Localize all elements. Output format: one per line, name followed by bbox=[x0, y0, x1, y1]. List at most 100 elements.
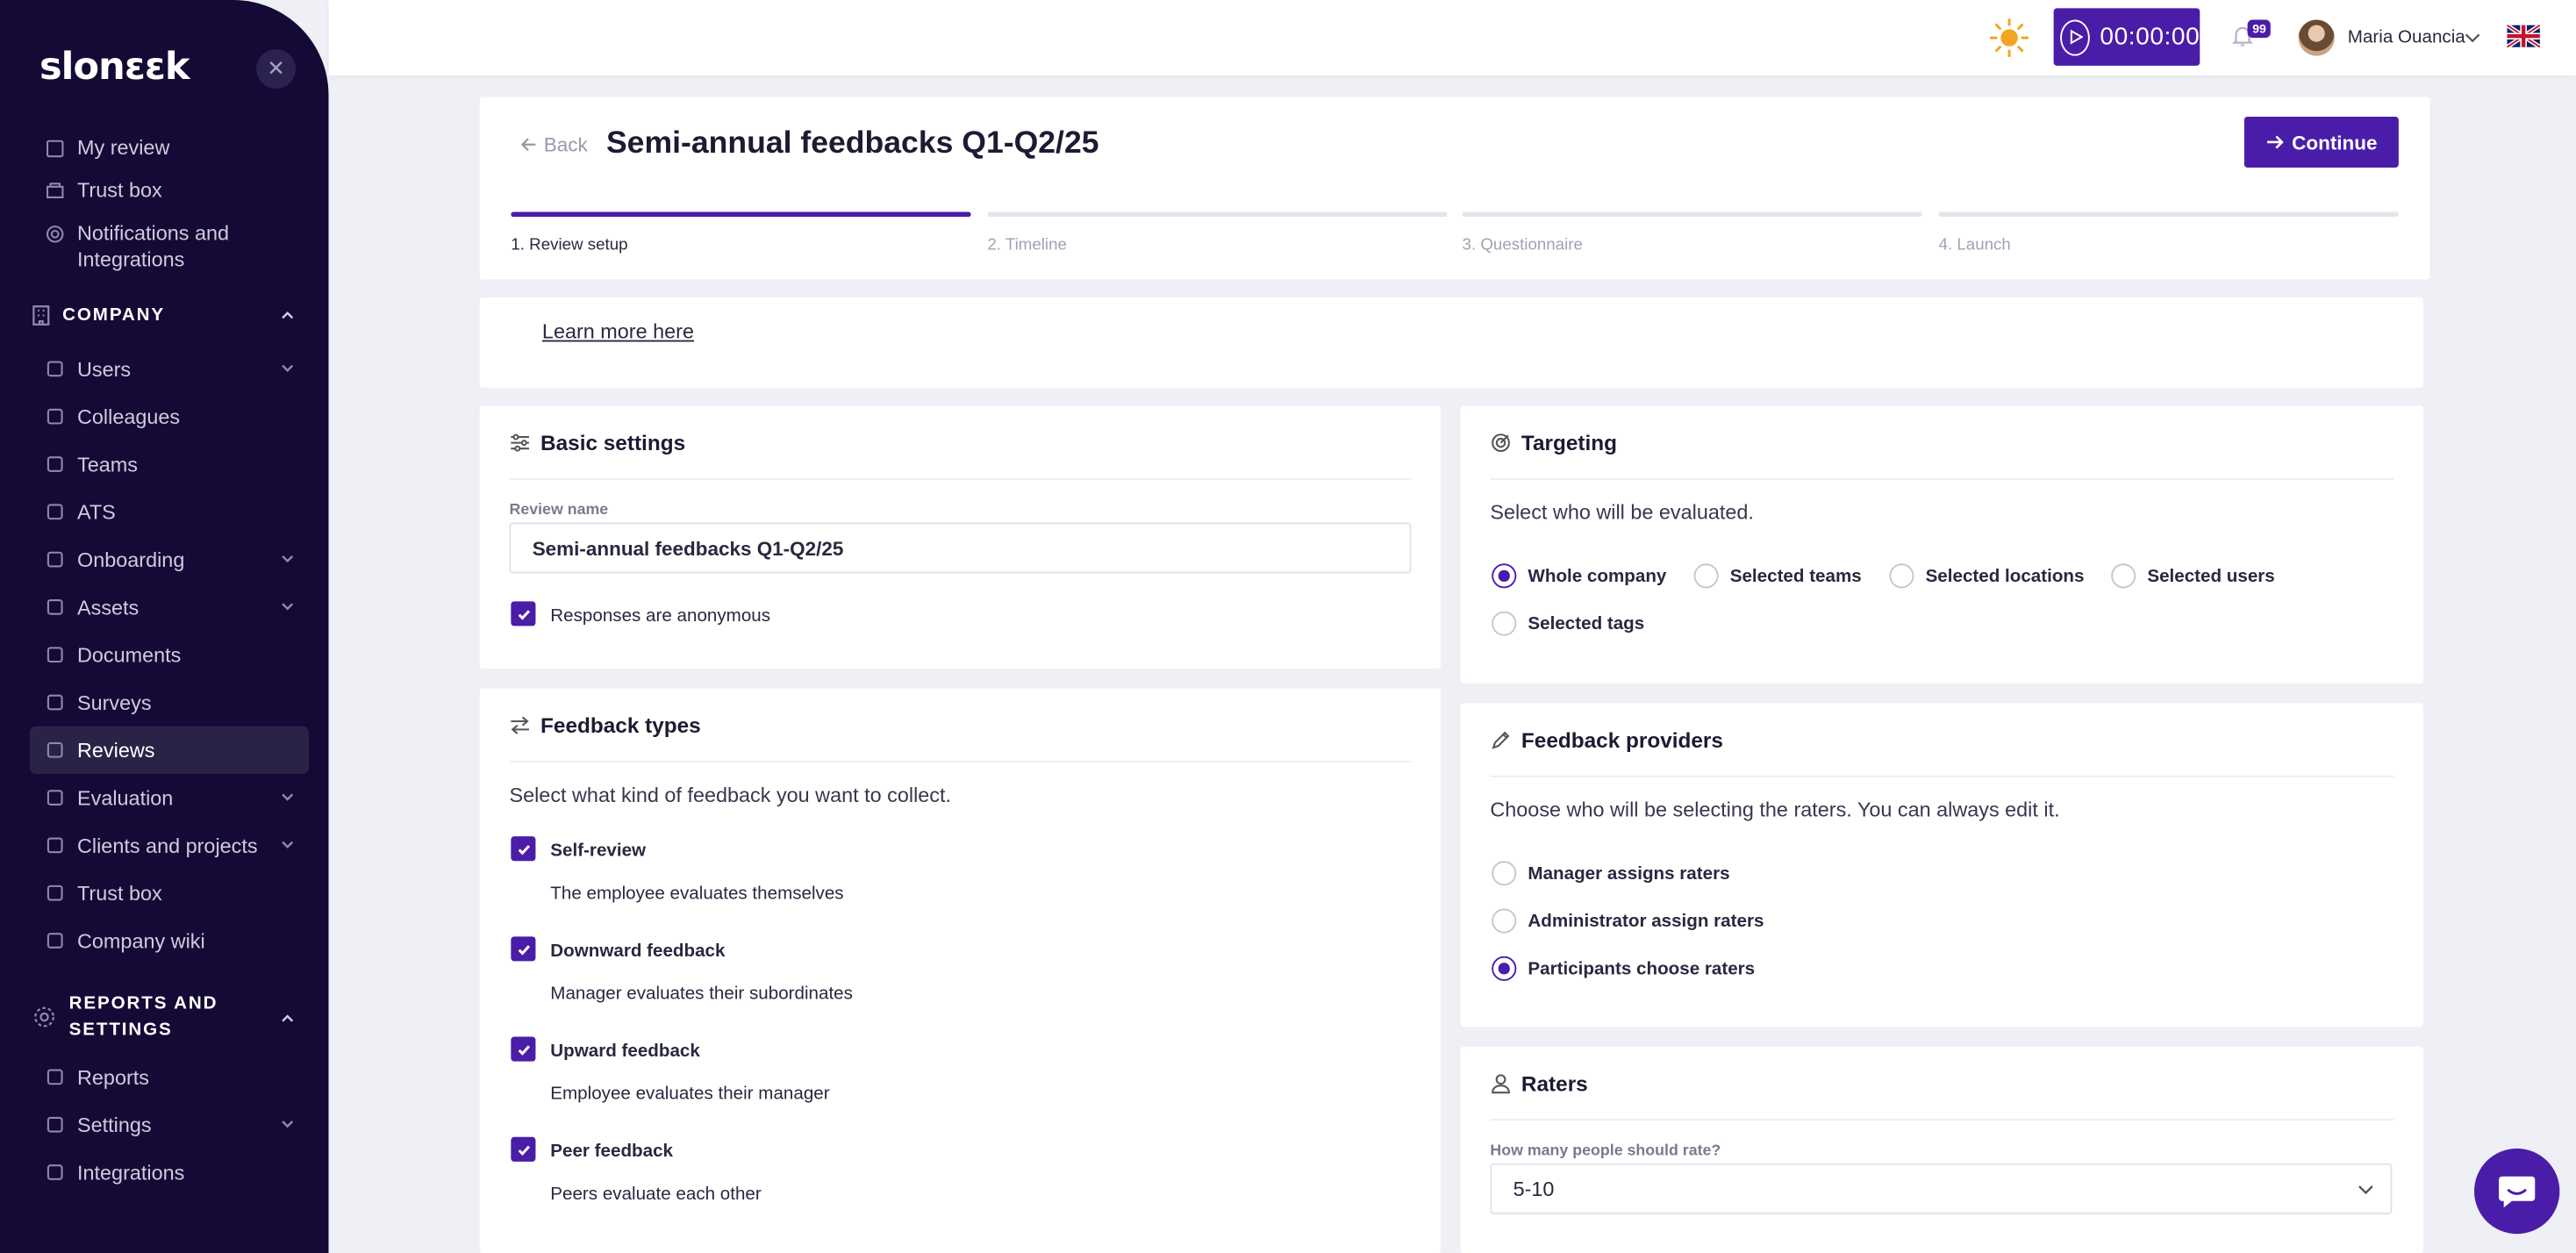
raters-select[interactable]: 5-10 bbox=[1490, 1163, 2393, 1214]
label-manager-assigns-raters: Manager assigns raters bbox=[1528, 863, 1730, 884]
teams-icon bbox=[43, 453, 66, 476]
label-selected-teams: Selected teams bbox=[1729, 567, 1862, 587]
peer-feedback-checkbox[interactable] bbox=[511, 1136, 536, 1162]
chevron-down-icon[interactable] bbox=[2465, 32, 2481, 45]
arrow-right-icon bbox=[2267, 135, 2284, 149]
time-tracker-button[interactable]: 00:00:00 bbox=[2053, 8, 2200, 66]
radio-selected-users[interactable] bbox=[2111, 563, 2136, 589]
divider bbox=[509, 477, 1412, 480]
label-administrator-assign-raters: Administrator assign raters bbox=[1528, 912, 1764, 932]
raters-question: How many people should rate? bbox=[1490, 1142, 1721, 1160]
timer-value: 00:00:00 bbox=[2100, 23, 2200, 52]
upward-feedback-checkbox[interactable] bbox=[511, 1036, 536, 1062]
sidebar-item-colleagues[interactable]: Colleagues bbox=[30, 393, 309, 440]
trust-box-icon bbox=[43, 882, 66, 905]
learn-more-link[interactable]: Learn more here bbox=[542, 320, 694, 343]
self-review-checkbox[interactable] bbox=[511, 836, 536, 862]
feedback-providers-card: Feedback providers Choose who will be se… bbox=[1460, 703, 2423, 1027]
providers-description: Choose who will be selecting the raters.… bbox=[1490, 798, 2060, 822]
downward-feedback-checkbox[interactable] bbox=[511, 936, 536, 962]
sidebar-item-surveys[interactable]: Surveys bbox=[30, 678, 309, 726]
sidebar-item-teams[interactable]: Teams bbox=[30, 440, 309, 488]
integrations-icon bbox=[43, 1161, 66, 1184]
sidebar-item-users[interactable]: Users bbox=[30, 345, 309, 392]
section-company[interactable]: COMPANY bbox=[30, 286, 309, 345]
pencil-icon bbox=[1490, 729, 1511, 750]
sidebar-item-my-review[interactable]: My review bbox=[30, 126, 309, 160]
gear-icon bbox=[43, 222, 66, 245]
logo: slonεεk bbox=[39, 46, 190, 90]
folder-icon bbox=[43, 643, 66, 666]
sidebar-item-trust-box[interactable]: Trust box bbox=[30, 870, 309, 917]
sidebar-item-clients-and-projects[interactable]: Clients and projects bbox=[30, 821, 309, 869]
ats-icon bbox=[43, 500, 66, 523]
info-card: Learn more here bbox=[479, 297, 2423, 388]
radio-whole-company[interactable] bbox=[1492, 563, 1517, 589]
page-title: Semi-annual feedbacks Q1-Q2/25 bbox=[605, 126, 1099, 161]
label-selected-tags: Selected tags bbox=[1528, 614, 1645, 634]
upward-feedback-description: Employee evaluates their manager bbox=[550, 1084, 830, 1105]
sidebar-item-trust-box[interactable]: Trust box bbox=[30, 166, 309, 213]
check-icon bbox=[517, 844, 530, 855]
radio-selected-teams[interactable] bbox=[1693, 563, 1719, 589]
sidebar: slonεεk ✕ My review Trust box Notificati… bbox=[0, 0, 329, 1253]
label-whole-company: Whole company bbox=[1528, 567, 1667, 587]
anonymous-label: Responses are anonymous bbox=[550, 605, 771, 626]
step-questionnaire[interactable]: 3. Questionnaire bbox=[1462, 211, 1922, 254]
sidebar-item-assets[interactable]: Assets bbox=[30, 584, 309, 631]
sidebar-item-onboarding[interactable]: Onboarding bbox=[30, 535, 309, 583]
back-link[interactable]: Back bbox=[520, 133, 588, 156]
divider bbox=[1490, 775, 2394, 777]
section-reports-settings[interactable]: REPORTS AND SETTINGS bbox=[30, 981, 309, 1053]
step-timeline[interactable]: 2. Timeline bbox=[987, 211, 1448, 254]
sidebar-item-evaluation[interactable]: Evaluation bbox=[30, 774, 309, 821]
sidebar-item-integrations[interactable]: Integrations bbox=[30, 1149, 309, 1196]
radio-administrator-assign-raters[interactable] bbox=[1492, 908, 1517, 934]
user-name[interactable]: Maria Ouancia bbox=[2348, 28, 2465, 47]
radio-manager-assigns-raters[interactable] bbox=[1492, 861, 1517, 886]
check-icon bbox=[517, 609, 530, 619]
sidebar-item-reviews[interactable]: Reviews bbox=[29, 726, 310, 774]
continue-button[interactable]: Continue bbox=[2243, 116, 2399, 168]
review-name-input[interactable]: Semi-annual feedbacks Q1-Q2/25 bbox=[509, 522, 1412, 574]
avatar[interactable] bbox=[2298, 19, 2335, 56]
raters-title: Raters bbox=[1490, 1071, 1588, 1096]
notification-badge: 99 bbox=[2247, 19, 2272, 39]
sidebar-item-company-wiki[interactable]: Company wiki bbox=[30, 917, 309, 964]
sun-icon[interactable] bbox=[1989, 18, 2029, 58]
review-icon bbox=[43, 136, 66, 159]
peer-feedback-description: Peers evaluate each other bbox=[550, 1185, 762, 1205]
radio-selected-locations[interactable] bbox=[1889, 563, 1914, 589]
targeting-title: Targeting bbox=[1490, 431, 1617, 455]
feedback-types-card: Feedback types Select what kind of feedb… bbox=[479, 688, 1442, 1253]
onboarding-icon bbox=[43, 548, 66, 570]
trust-box-icon bbox=[43, 178, 66, 201]
chat-button[interactable] bbox=[2473, 1148, 2560, 1235]
sidebar-item-reports[interactable]: Reports bbox=[30, 1053, 309, 1100]
radio-selected-tags[interactable] bbox=[1492, 611, 1517, 636]
radio-participants-choose-raters[interactable] bbox=[1492, 956, 1517, 981]
check-icon bbox=[517, 1044, 530, 1055]
chevron-down-icon bbox=[282, 841, 294, 848]
step-launch[interactable]: 4. Launch bbox=[1938, 211, 2399, 254]
uk-flag-icon[interactable] bbox=[2507, 25, 2540, 48]
review-header: Back Semi-annual feedbacks Q1-Q2/25 Cont… bbox=[479, 97, 2430, 280]
feedback-types-description: Select what kind of feedback you want to… bbox=[509, 784, 952, 807]
anonymous-checkbox[interactable] bbox=[511, 601, 536, 626]
close-sidebar-button[interactable]: ✕ bbox=[256, 49, 297, 90]
targeting-description: Select who will be evaluated. bbox=[1490, 501, 1754, 525]
divider bbox=[509, 760, 1412, 763]
sidebar-item-settings[interactable]: Settings bbox=[30, 1101, 309, 1149]
label-participants-choose-raters: Participants choose raters bbox=[1528, 959, 1756, 980]
feedback-types-title: Feedback types bbox=[509, 713, 701, 738]
step-review-setup[interactable]: 1. Review setup bbox=[511, 211, 971, 254]
sidebar-item-documents[interactable]: Documents bbox=[30, 631, 309, 678]
arrow-left-icon bbox=[520, 138, 536, 152]
chevron-down-icon bbox=[282, 555, 294, 563]
sidebar-item-notifications[interactable]: Notifications and Integrations bbox=[30, 213, 309, 276]
sidebar-menu: My review Trust box Notifications and In… bbox=[29, 135, 310, 1197]
chevron-down-icon bbox=[282, 364, 294, 372]
close-icon: ✕ bbox=[267, 55, 285, 81]
evaluation-icon bbox=[43, 786, 66, 809]
sidebar-item-ats[interactable]: ATS bbox=[30, 488, 309, 535]
